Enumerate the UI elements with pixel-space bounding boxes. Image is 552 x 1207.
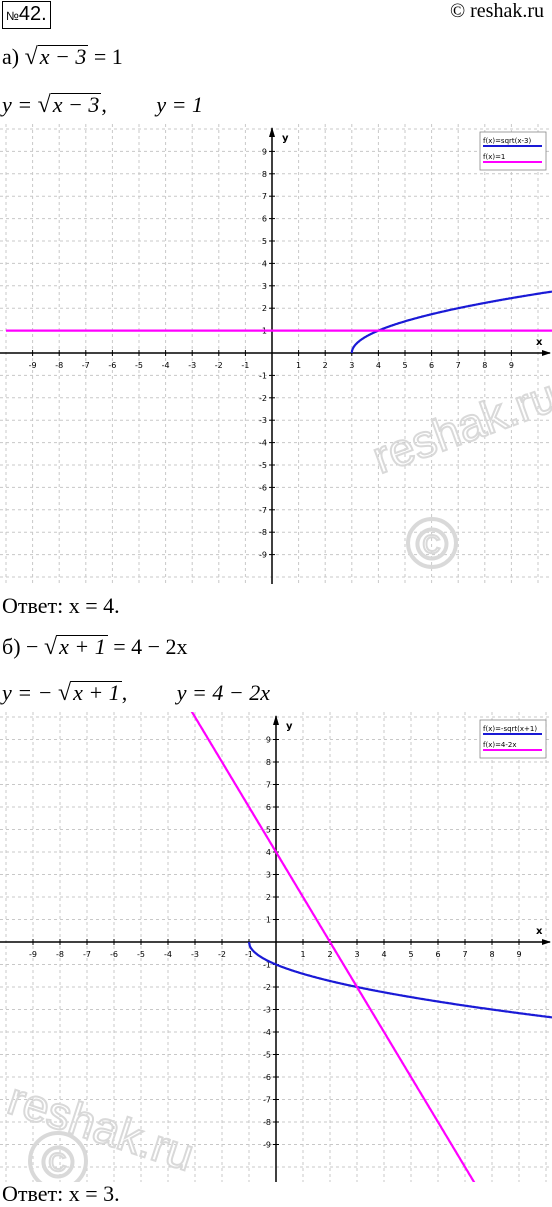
x-tick-label: 4 <box>381 950 386 959</box>
part-b-answer: Ответ: x = 3. <box>2 1181 120 1206</box>
y-tick-label: -5 <box>259 461 267 470</box>
y-tick-label: -3 <box>263 1006 271 1015</box>
x-tick-label: 5 <box>408 950 413 959</box>
y-tick-label: -4 <box>263 1028 271 1037</box>
x-tick-label: 1 <box>300 950 305 959</box>
y-axis-label: y <box>282 133 289 144</box>
y-tick-label: -8 <box>259 528 267 537</box>
y-tick-label: 7 <box>262 192 267 201</box>
y-tick-label: 6 <box>266 803 271 812</box>
x-tick-label: 8 <box>482 361 487 370</box>
x-axis-label: x <box>536 926 543 937</box>
x-axis-arrow <box>542 350 551 356</box>
part-a-answer: Ответ: x = 4. <box>2 593 120 618</box>
legend-label: f(x)=1 <box>483 153 505 161</box>
y-tick-label: -9 <box>259 551 267 560</box>
x-tick-label: -8 <box>56 950 64 959</box>
graph-part-b: xy-9-9-8-8-7-7-6-6-5-5-4-4-3-3-2-2-1-111… <box>0 712 552 1182</box>
legend-label: f(x)=4-2x <box>483 741 517 749</box>
y-tick-label: -9 <box>263 1141 271 1150</box>
y-tick-label: -6 <box>259 483 267 492</box>
x-tick-label: 1 <box>296 361 301 370</box>
y-tick-label: -7 <box>259 506 267 515</box>
part-b-functions: y = − √x + 1, y = 4 − 2x <box>2 680 270 706</box>
x-tick-label: -2 <box>215 361 223 370</box>
y-tick-label: 4 <box>262 259 267 268</box>
x-tick-label: -8 <box>55 361 63 370</box>
y-tick-label: 7 <box>266 781 271 790</box>
x-tick-label: 2 <box>323 361 328 370</box>
y-tick-label: 9 <box>262 147 267 156</box>
y-tick-label: 1 <box>266 916 271 925</box>
y-tick-label: 6 <box>262 215 267 224</box>
x-tick-label: -4 <box>162 361 170 370</box>
y-tick-label: 5 <box>266 826 271 835</box>
y-tick-label: 9 <box>266 736 271 745</box>
y-axis-arrow <box>269 127 275 137</box>
x-tick-label: -7 <box>83 950 91 959</box>
x-tick-label: -5 <box>137 950 145 959</box>
watermark-b-copyright-symbol: © <box>42 1138 74 1182</box>
y-tick-label: 8 <box>266 758 271 767</box>
x-tick-label: 7 <box>462 950 467 959</box>
y-axis-label: y <box>286 721 293 732</box>
y-tick-label: 8 <box>262 170 267 179</box>
series-line <box>190 712 476 1182</box>
x-axis-label: x <box>536 337 543 348</box>
x-tick-label: -5 <box>135 361 143 370</box>
y-tick-label: 4 <box>266 848 271 857</box>
x-tick-label: -3 <box>191 950 199 959</box>
x-tick-label: 4 <box>376 361 381 370</box>
legend-label: f(x)=sqrt(x-3) <box>483 137 532 145</box>
x-tick-label: 6 <box>429 361 434 370</box>
y-tick-label: -8 <box>263 1118 271 1127</box>
x-tick-label: 9 <box>516 950 521 959</box>
site-copyright: © reshak.ru <box>449 0 544 22</box>
x-tick-label: -9 <box>29 950 37 959</box>
x-tick-label: -9 <box>29 361 37 370</box>
x-tick-label: 2 <box>327 950 332 959</box>
part-b-equation: б) − √x + 1 = 4 − 2x <box>2 634 188 660</box>
y-tick-label: -5 <box>263 1051 271 1060</box>
x-tick-label: 7 <box>456 361 461 370</box>
x-tick-label: -2 <box>218 950 226 959</box>
x-tick-label: 5 <box>402 361 407 370</box>
x-tick-label: -6 <box>110 950 118 959</box>
y-tick-label: 2 <box>266 893 271 902</box>
legend-label: f(x)=-sqrt(x+1) <box>483 725 537 733</box>
y-tick-label: -4 <box>259 439 267 448</box>
x-tick-label: 9 <box>509 361 514 370</box>
x-tick-label: -3 <box>188 361 196 370</box>
x-tick-label: -1 <box>241 361 249 370</box>
x-tick-label: 3 <box>354 950 359 959</box>
x-tick-label: -4 <box>164 950 172 959</box>
y-tick-label: -3 <box>259 416 267 425</box>
x-tick-label: -6 <box>108 361 116 370</box>
x-tick-label: -1 <box>245 950 253 959</box>
part-a-equation: а) √x − 3 = 1 <box>2 44 123 70</box>
x-tick-label: 6 <box>435 950 440 959</box>
graph-part-a: xy-9-9-8-8-7-7-6-6-5-5-4-4-3-3-2-2-1-111… <box>0 124 552 584</box>
y-tick-label: 3 <box>262 282 267 291</box>
y-tick-label: 3 <box>266 871 271 880</box>
x-tick-label: -7 <box>82 361 90 370</box>
y-tick-label: -2 <box>263 983 271 992</box>
x-tick-label: 8 <box>489 950 494 959</box>
watermark-a-text: reshak.ru <box>366 369 552 483</box>
y-tick-label: -2 <box>259 394 267 403</box>
y-tick-label: 5 <box>262 237 267 246</box>
series-curve <box>350 290 552 354</box>
y-tick-label: -6 <box>263 1073 271 1082</box>
part-a-functions: y = √x − 3, y = 1 <box>2 92 204 118</box>
watermark-a-copyright-symbol: © <box>416 520 448 569</box>
task-number: №42. <box>2 1 51 29</box>
x-tick-label: 3 <box>349 361 354 370</box>
series-curve <box>247 941 552 1019</box>
y-tick-label: -7 <box>263 1096 271 1105</box>
y-tick-label: 2 <box>262 304 267 313</box>
y-tick-label: -1 <box>259 371 267 380</box>
x-axis-arrow <box>542 939 551 945</box>
